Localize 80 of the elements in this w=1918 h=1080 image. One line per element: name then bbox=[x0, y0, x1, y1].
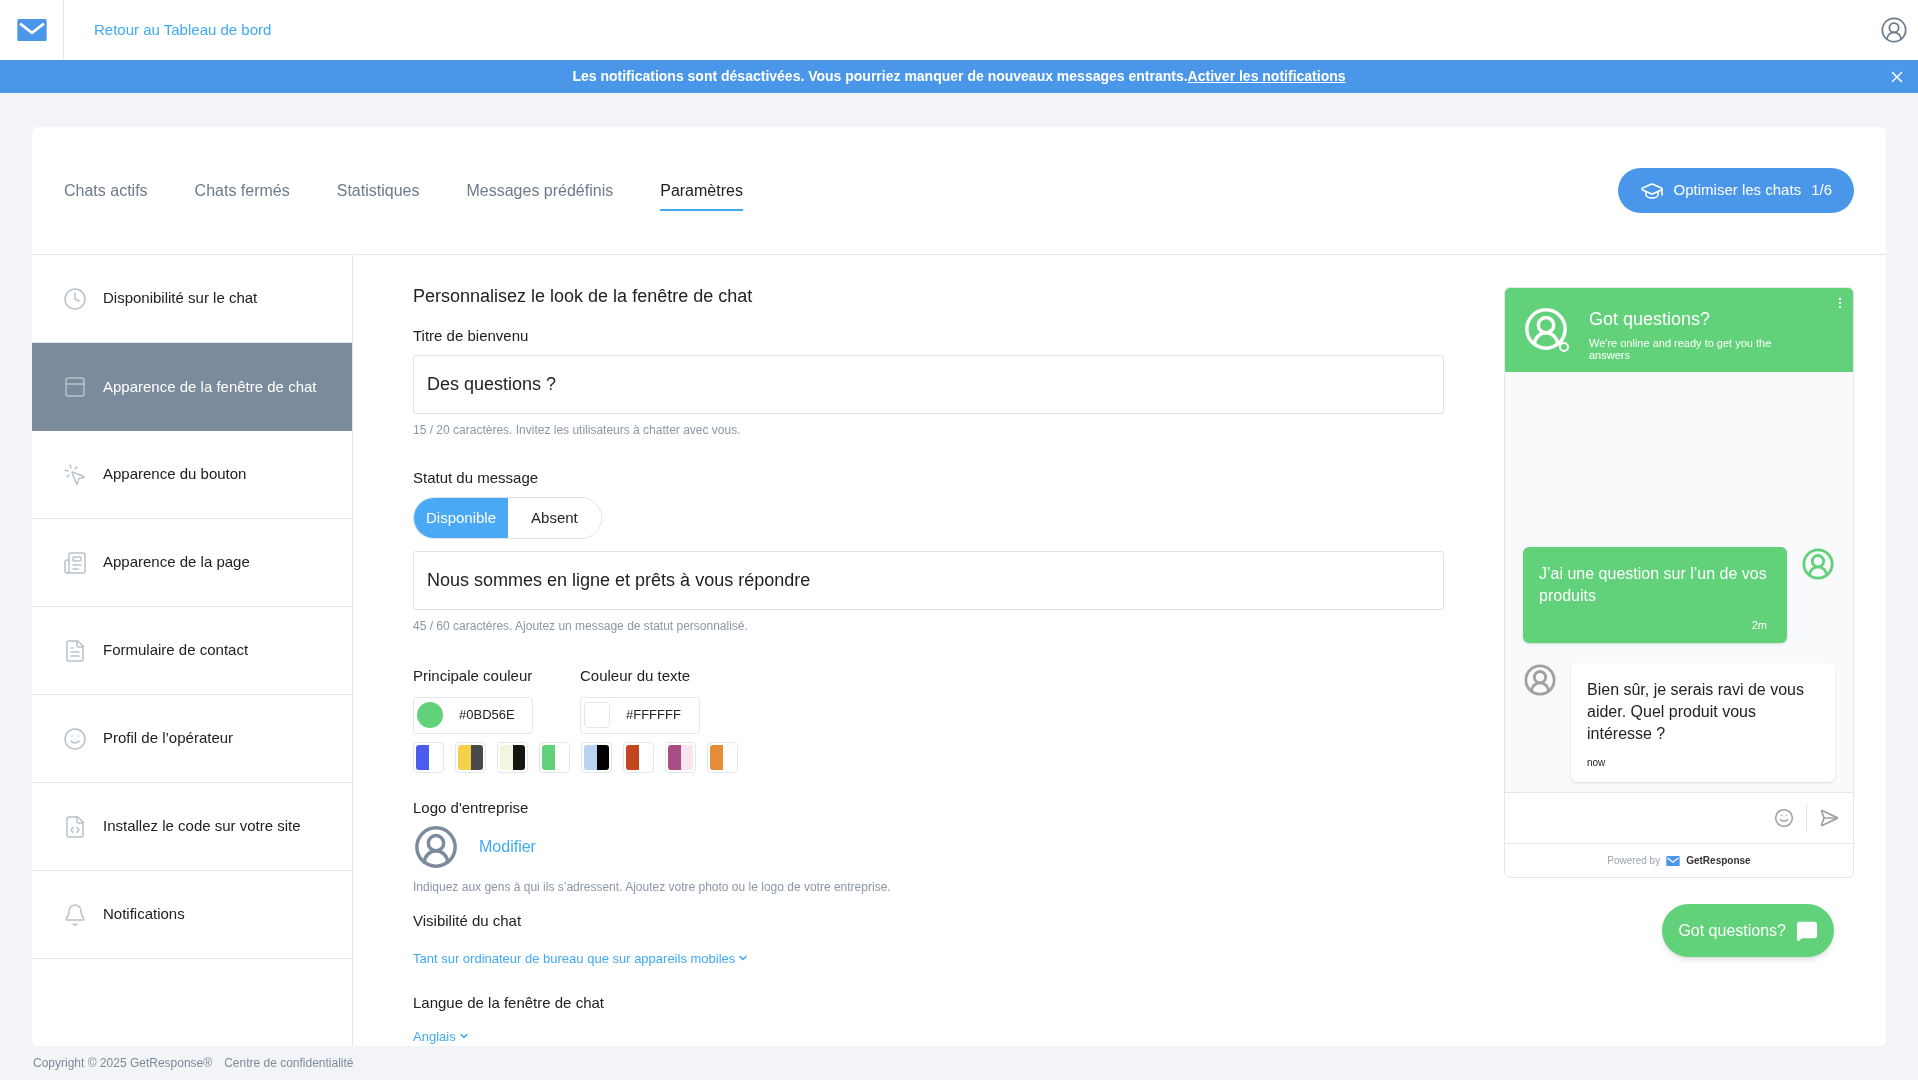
brand-name: GetResponse bbox=[1686, 854, 1751, 868]
color-swatch[interactable] bbox=[581, 741, 612, 773]
field-label: Langue de la fenêtre de chat bbox=[413, 993, 605, 1013]
sidebar-label: Installez le code sur votre site bbox=[103, 816, 301, 837]
visibility-dropdown[interactable]: Tant sur ordinateur de bureau que sur appareils mobiles bbox=[413, 948, 750, 968]
section-heading: Personnalisez le look de la fenêtre de chat bbox=[413, 285, 754, 308]
modify-link[interactable]: Modifier bbox=[479, 835, 536, 859]
status-message-field[interactable]: Nous sommes en ligne et prêts à vous répondre bbox=[413, 551, 1444, 610]
sidebar-item[interactable]: Notifications bbox=[32, 871, 352, 959]
sidebar-item[interactable]: Profil de l’opérateur bbox=[32, 695, 352, 783]
tab[interactable]: Chats fermés bbox=[194, 170, 290, 211]
tab[interactable]: Paramètres bbox=[660, 170, 743, 211]
operator-avatar-icon bbox=[1523, 306, 1569, 352]
color-swatch[interactable] bbox=[497, 741, 528, 773]
tab[interactable]: Statistiques bbox=[336, 170, 420, 211]
logo-icon bbox=[15, 19, 48, 41]
color-swatch[interactable] bbox=[455, 741, 486, 773]
sidebar-label: Apparence de la fenêtre de chat bbox=[103, 376, 317, 397]
smile-icon bbox=[63, 726, 87, 751]
sidebar-label: Notifications bbox=[103, 904, 185, 925]
message-text: J’ai une question sur l’un de vos produits bbox=[1539, 563, 1768, 606]
enable-notifications-link[interactable]: Activer les notifications bbox=[1187, 66, 1346, 87]
field-label: Titre de bienvenu bbox=[413, 326, 530, 346]
back-link[interactable]: Retour au Tableau de bord bbox=[94, 18, 272, 42]
sidebar-item[interactable]: Apparence de la fenêtre de chat bbox=[32, 343, 352, 431]
visitor-avatar-icon bbox=[1801, 546, 1835, 581]
powered-by-text: Powered by bbox=[1607, 854, 1661, 868]
chat-bubble-icon bbox=[1796, 919, 1818, 942]
emoji-icon[interactable] bbox=[1774, 808, 1794, 828]
document-icon bbox=[63, 638, 87, 663]
field-label: Couleur du texte bbox=[580, 666, 692, 686]
color-swatch[interactable] bbox=[413, 741, 444, 773]
sidebar-item[interactable]: Formulaire de contact bbox=[32, 607, 352, 695]
language-dropdown[interactable]: Anglais bbox=[413, 1026, 470, 1046]
field-label: Statut du message bbox=[413, 467, 540, 488]
color-swatch[interactable] bbox=[707, 741, 738, 773]
hint-text: 15 / 20 caractères. Invitez les utilisateurs à chatter avec vous. bbox=[413, 421, 742, 439]
copyright-text: Copyright © 2025 GetResponse® bbox=[33, 1055, 213, 1072]
optimize-chats-button[interactable]: Optimiser les chats 1/6 bbox=[1617, 168, 1854, 213]
user-avatar-icon[interactable] bbox=[1880, 16, 1908, 44]
sidebar-label: Formulaire de contact bbox=[103, 640, 249, 661]
message-text: Bien sûr, je serais ravi de vous aider. Quel produit vous intéresse ? bbox=[1587, 680, 1805, 744]
chat-subtitle: We're online and ready to get you the answers bbox=[1589, 337, 1773, 361]
color-field[interactable]: #0BD56E bbox=[413, 696, 533, 734]
pointer-icon bbox=[63, 462, 87, 487]
field-label: Visibilité du chat bbox=[413, 911, 523, 931]
tab[interactable]: Messages prédéfinis bbox=[466, 170, 614, 211]
welcome-title-field[interactable]: Des questions ? bbox=[413, 354, 1444, 414]
sidebar-label: Apparence de la page bbox=[103, 552, 250, 573]
field-label: Logo d'entreprise bbox=[413, 797, 530, 818]
logo-placeholder-icon bbox=[413, 824, 459, 870]
sidebar-label: Apparence du bouton bbox=[103, 464, 247, 485]
sidebar-item[interactable]: Installez le code sur votre site bbox=[32, 783, 352, 871]
sidebar-item[interactable]: Apparence de la page bbox=[32, 519, 352, 607]
sidebar-label: Profil de l’opérateur bbox=[103, 728, 234, 749]
privacy-link[interactable]: Centre de confidentialité bbox=[224, 1054, 354, 1072]
send-icon[interactable] bbox=[1819, 808, 1839, 828]
sidebar-label: Disponibilité sur le chat bbox=[103, 288, 258, 309]
tab[interactable]: Chats actifs bbox=[64, 170, 148, 211]
operator-avatar-icon bbox=[1523, 663, 1557, 697]
chat-title: Got questions? bbox=[1589, 308, 1712, 331]
message-time: 2m bbox=[1751, 617, 1767, 633]
bell-icon bbox=[63, 902, 87, 927]
field-label: Principale couleur bbox=[413, 666, 533, 686]
hint-text: Indiquez aux gens à qui ils s’adressent. Ajoutez votre photo ou le logo de votre entreprise. bbox=[413, 879, 892, 896]
message-input[interactable] bbox=[1505, 792, 1853, 843]
window-icon bbox=[63, 375, 87, 399]
clock-icon bbox=[63, 286, 87, 311]
banner-text: Les notifications sont désactivées. Vous pourriez manquer de nouveaux messages entrants. bbox=[572, 67, 1188, 86]
page-icon bbox=[63, 550, 87, 575]
color-field[interactable]: #FFFFFF bbox=[580, 696, 700, 734]
color-swatch[interactable] bbox=[623, 741, 654, 773]
brand-logo-icon bbox=[1666, 855, 1681, 866]
sidebar-item[interactable]: Apparence du bouton bbox=[32, 431, 352, 519]
message-time: now bbox=[1587, 756, 1607, 770]
hint-text: 45 / 60 caractères. Ajoutez un message de statut personnalisé. bbox=[413, 618, 749, 635]
color-swatch[interactable] bbox=[665, 741, 696, 773]
status-option[interactable]: Disponible bbox=[414, 498, 509, 538]
color-swatch[interactable] bbox=[539, 741, 570, 773]
code-file-icon bbox=[63, 814, 87, 839]
